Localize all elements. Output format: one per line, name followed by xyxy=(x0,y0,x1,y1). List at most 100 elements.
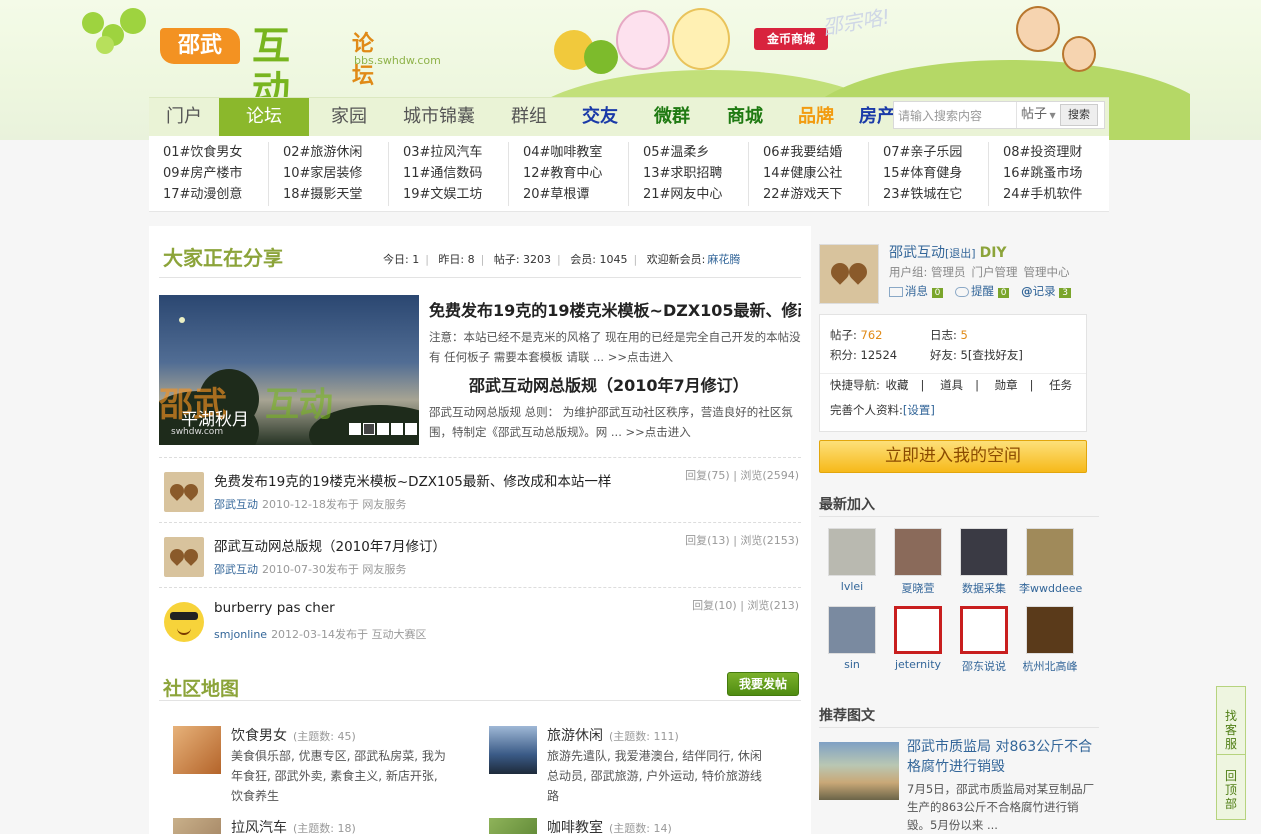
forum-link[interactable]: 02#旅游休闲 xyxy=(269,142,388,163)
member-item[interactable]: sin xyxy=(821,606,883,671)
forum-link[interactable]: 05#温柔乡 xyxy=(629,142,748,163)
nav-dating[interactable]: 交友 xyxy=(569,98,631,136)
thread-author[interactable]: smjonline xyxy=(214,628,267,641)
category-thumbnail[interactable] xyxy=(173,726,221,774)
member-item[interactable]: lvlei xyxy=(821,528,883,593)
nav-microgroup[interactable]: 微群 xyxy=(637,98,707,136)
records-link[interactable]: 记录 xyxy=(1033,284,1056,298)
forum-link[interactable]: 23#铁城在它 xyxy=(869,184,988,205)
profile-settings-link[interactable]: [设置] xyxy=(903,403,935,417)
forum-link[interactable]: 08#投资理财 xyxy=(989,142,1109,163)
quick-nav-item[interactable]: 勋章 xyxy=(995,378,1018,392)
portal-admin-link[interactable]: 门户管理 xyxy=(972,265,1018,279)
category-thumbnail[interactable] xyxy=(173,818,221,834)
admin-center-link[interactable]: 管理中心 xyxy=(1024,265,1070,279)
forum-link[interactable]: 17#动漫创意 xyxy=(149,184,268,205)
quick-nav-item[interactable]: 道具 xyxy=(940,378,963,392)
newest-member-link[interactable]: 麻花腾 xyxy=(707,253,740,266)
category-name[interactable]: 饮食男女 (主题数: 45) xyxy=(231,725,356,745)
avatar[interactable] xyxy=(164,472,204,512)
category-thumbnail[interactable] xyxy=(489,818,537,834)
enter-space-button[interactable]: 立即进入我的空间 xyxy=(819,440,1087,473)
gold-shop-sign[interactable]: 金币商城 xyxy=(754,28,828,50)
forum-link[interactable]: 03#拉风汽车 xyxy=(389,142,508,163)
thread-author[interactable]: 邵武互动 xyxy=(214,498,258,511)
read-more-link[interactable]: >>点击进入 xyxy=(626,425,691,439)
back-to-top-button[interactable]: 回顶部 xyxy=(1217,757,1245,819)
forum-link[interactable]: 22#游戏天下 xyxy=(749,184,868,205)
slide-dot[interactable] xyxy=(349,423,361,435)
forum-link[interactable]: 21#网友中心 xyxy=(629,184,748,205)
user-stats-box: 帖子: 762 日志: 5 积分: 12524 好友: 5[查找好友] 快捷导航… xyxy=(819,314,1087,432)
messages-link[interactable]: 消息 xyxy=(905,284,928,298)
thread-title[interactable]: 邵武互动网总版规（2010年7月修订） xyxy=(214,535,446,555)
search-input[interactable]: 请输入搜索内容 xyxy=(898,107,1016,124)
category-name[interactable]: 咖啡教室 (主题数: 14) xyxy=(547,817,672,834)
slide-dot-active[interactable] xyxy=(363,423,375,435)
featured-title[interactable]: 免费发布19克的19楼克米模板~DZX105最新、修改成和本站一样 xyxy=(429,297,801,321)
member-item[interactable]: 邵东说说 xyxy=(953,606,1015,674)
forum-link[interactable]: 13#求职招聘 xyxy=(629,163,748,184)
user-friends[interactable]: 好友: 5[查找好友] xyxy=(930,347,1023,363)
forum-link[interactable]: 12#教育中心 xyxy=(509,163,628,184)
slide-dot[interactable] xyxy=(405,423,417,435)
search-scope-select[interactable]: 帖子 ▼ xyxy=(1016,102,1058,128)
nav-forum[interactable]: 论坛 xyxy=(219,98,309,136)
logout-link[interactable]: [退出] xyxy=(945,247,976,260)
read-more-link[interactable]: >>点击进入 xyxy=(608,350,673,364)
thread-title[interactable]: 免费发布19克的19楼克米模板~DZX105最新、修改成和本站一样 xyxy=(214,470,611,490)
diy-link[interactable]: DIY xyxy=(980,245,1007,261)
category-thumbnail[interactable] xyxy=(489,726,537,774)
avatar[interactable] xyxy=(164,602,204,642)
recommend-item-title[interactable]: 邵武市质监局 对863公斤不合格腐竹进行销毁 xyxy=(907,737,1099,777)
member-item[interactable]: 李wwddeee xyxy=(1019,528,1083,596)
new-post-button[interactable]: 我要发帖 xyxy=(727,672,799,696)
nav-home[interactable]: 家园 xyxy=(309,98,389,136)
member-item[interactable]: 杭州北高峰 xyxy=(1019,606,1081,674)
forum-link[interactable]: 07#亲子乐园 xyxy=(869,142,988,163)
member-item[interactable]: 夏晓萱 xyxy=(887,528,949,596)
slideshow[interactable]: 邵武 互动 平湖秋月 swhdw.com xyxy=(159,295,419,445)
nav-brand[interactable]: 品牌 xyxy=(783,98,849,136)
recommend-thumbnail[interactable] xyxy=(819,742,899,800)
reminders-link[interactable]: 提醒 xyxy=(971,284,994,298)
nav-portal[interactable]: 门户 xyxy=(149,98,219,136)
search-button[interactable]: 搜索 xyxy=(1060,104,1098,126)
forum-link[interactable]: 19#文娱工坊 xyxy=(389,184,508,205)
member-item[interactable]: jeternity xyxy=(887,606,949,671)
avatar[interactable] xyxy=(164,537,204,577)
user-avatar[interactable] xyxy=(819,244,879,304)
nav-property[interactable]: 房产 xyxy=(857,98,897,136)
member-name: 李wwddeee xyxy=(1019,582,1083,595)
category-name[interactable]: 旅游休闲 (主题数: 111) xyxy=(547,725,679,745)
forum-link[interactable]: 15#体育健身 xyxy=(869,163,988,184)
user-name-link[interactable]: 邵武互动 xyxy=(889,245,945,261)
member-item[interactable]: 数据采集 xyxy=(953,528,1015,596)
thread-title[interactable]: burberry pas cher xyxy=(214,600,335,616)
slide-dot[interactable] xyxy=(391,423,403,435)
forum-link[interactable]: 09#房产楼市 xyxy=(149,163,268,184)
forum-link[interactable]: 20#草根谭 xyxy=(509,184,628,205)
forum-link[interactable]: 04#咖啡教室 xyxy=(509,142,628,163)
nav-mall[interactable]: 商城 xyxy=(709,98,781,136)
category-name[interactable]: 拉风汽车 (主题数: 18) xyxy=(231,817,356,834)
forum-link[interactable]: 18#摄影天堂 xyxy=(269,184,388,205)
forum-link[interactable]: 10#家居装修 xyxy=(269,163,388,184)
forum-link[interactable]: 14#健康公社 xyxy=(749,163,868,184)
forum-link[interactable]: 06#我要结婚 xyxy=(749,142,868,163)
customer-service-button[interactable]: 找客服 xyxy=(1217,687,1245,755)
thread-author[interactable]: 邵武互动 xyxy=(214,563,258,576)
forum-link[interactable]: 24#手机软件 xyxy=(989,184,1109,205)
forum-link[interactable]: 11#通信数码 xyxy=(389,163,508,184)
member-avatar xyxy=(1026,606,1074,654)
forum-link[interactable]: 16#跳蚤市场 xyxy=(989,163,1109,184)
member-avatar xyxy=(1026,528,1074,576)
quick-nav-item[interactable]: 收藏 xyxy=(886,378,909,392)
forum-link[interactable]: 01#饮食男女 xyxy=(149,142,268,163)
slide-dot[interactable] xyxy=(377,423,389,435)
nav-groups[interactable]: 群组 xyxy=(489,98,569,136)
chevron-down-icon: ▼ xyxy=(1047,111,1056,120)
quick-nav-item[interactable]: 任务 xyxy=(1049,378,1072,392)
nav-city-guide[interactable]: 城市锦囊 xyxy=(389,98,489,136)
featured-title[interactable]: 邵武互动网总版规（2010年7月修订） xyxy=(429,372,801,396)
